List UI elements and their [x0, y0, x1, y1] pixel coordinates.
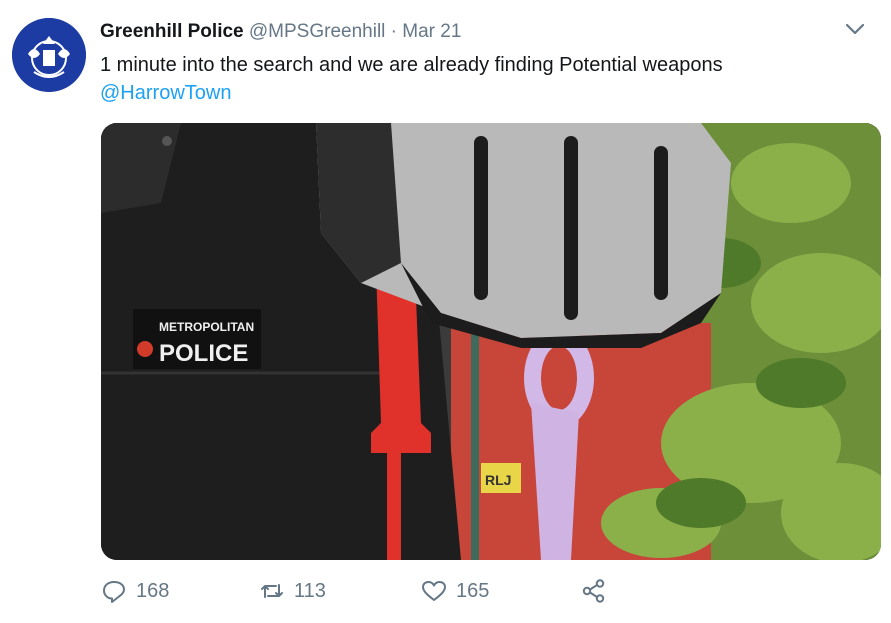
like-count: 165	[456, 579, 490, 602]
tweet-header: Greenhill Police @MPSGreenhill · Mar 21	[100, 20, 461, 44]
tweet-actions: 168 113 165	[100, 577, 660, 609]
reply-button[interactable]: 168	[100, 577, 169, 605]
share-icon	[582, 579, 605, 603]
plate-fragment: RLJ	[485, 472, 511, 488]
retweet-icon	[261, 584, 283, 598]
retweet-button[interactable]: 113	[258, 577, 326, 605]
heart-icon	[422, 581, 446, 601]
tweet-body: 1 minute into the search and we are alre…	[100, 54, 723, 76]
reply-icon	[103, 581, 125, 603]
author-name[interactable]: Greenhill Police	[100, 21, 244, 42]
like-button[interactable]: 165	[420, 577, 489, 605]
avatar[interactable]	[12, 18, 86, 92]
share-button[interactable]	[580, 577, 608, 605]
patch-line1: METROPOLITAN	[159, 320, 254, 334]
police-crest-logo	[12, 18, 86, 92]
tweet-text: 1 minute into the search and we are alre…	[100, 51, 723, 107]
tweet-date[interactable]: Mar 21	[402, 21, 461, 42]
retweet-count: 113	[294, 579, 326, 602]
author-handle[interactable]: @MPSGreenhill	[249, 21, 386, 42]
meta-separator: ·	[390, 21, 397, 42]
police-patch: METROPOLITAN POLICE	[133, 309, 261, 369]
tweet-photo[interactable]: METROPOLITAN POLICE RLJ	[101, 123, 881, 560]
chevron-down-icon[interactable]	[845, 22, 865, 36]
reply-count: 168	[136, 579, 170, 602]
photo-scene: METROPOLITAN POLICE RLJ	[101, 123, 881, 560]
patch-line2: POLICE	[159, 340, 248, 367]
mention-link[interactable]: @HarrowTown	[100, 79, 723, 107]
